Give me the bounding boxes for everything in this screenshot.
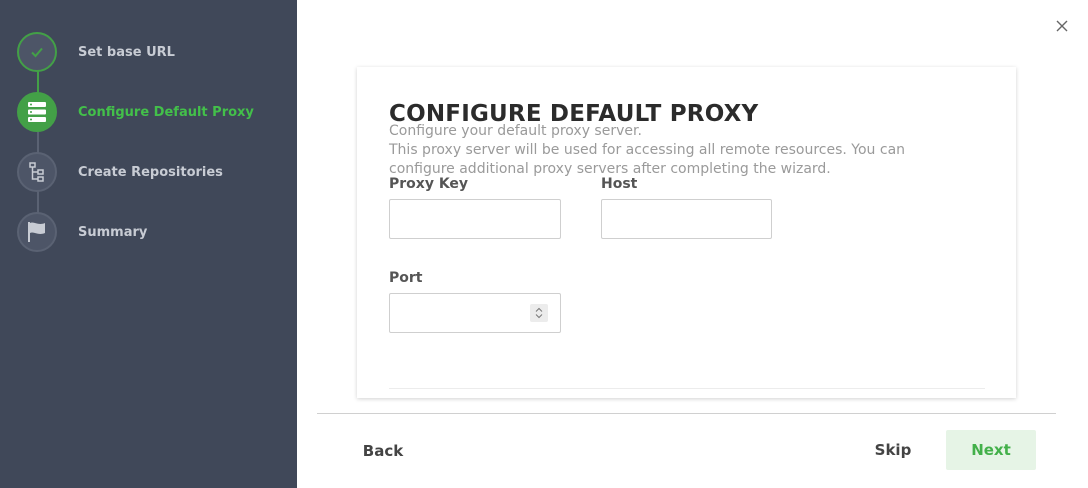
close-button[interactable]	[1054, 18, 1070, 34]
next-button[interactable]: Next	[946, 430, 1036, 470]
step-circle-pending	[17, 212, 57, 252]
host-label: Host	[601, 176, 638, 192]
step-circle-done	[17, 32, 57, 72]
port-label: Port	[389, 270, 423, 286]
card-divider	[389, 388, 985, 389]
chevron-up-icon	[535, 307, 543, 312]
footer-divider	[317, 413, 1056, 414]
page-description: Configure your default proxy server. Thi…	[389, 123, 906, 177]
wizard-sidebar: Set base URL Configure Default Proxy Cre	[0, 0, 297, 488]
step-set-base-url[interactable]: Set base URL	[17, 32, 277, 72]
step-label: Configure Default Proxy	[78, 104, 254, 120]
chevron-down-icon	[535, 314, 543, 319]
proxy-config-card: CONFIGURE DEFAULT PROXY Configure your d…	[357, 67, 1016, 398]
port-stepper[interactable]	[530, 304, 548, 322]
close-icon	[1056, 20, 1068, 32]
tree-list-icon	[29, 162, 44, 182]
step-label: Set base URL	[78, 44, 175, 60]
skip-button[interactable]: Skip	[860, 430, 926, 470]
step-configure-default-proxy[interactable]: Configure Default Proxy	[17, 92, 277, 132]
step-circle-pending	[17, 152, 57, 192]
server-stack-icon	[28, 102, 46, 122]
step-summary[interactable]: Summary	[17, 212, 277, 252]
step-create-repositories[interactable]: Create Repositories	[17, 152, 277, 192]
port-field	[389, 293, 561, 333]
host-input[interactable]	[601, 199, 772, 239]
check-icon	[31, 47, 43, 58]
proxy-key-label: Proxy Key	[389, 176, 469, 192]
back-button[interactable]: Back	[350, 431, 416, 471]
step-circle-active	[17, 92, 57, 132]
step-label: Create Repositories	[78, 164, 223, 180]
proxy-key-input[interactable]	[389, 199, 561, 239]
step-label: Summary	[78, 224, 148, 240]
flag-icon	[28, 222, 45, 242]
